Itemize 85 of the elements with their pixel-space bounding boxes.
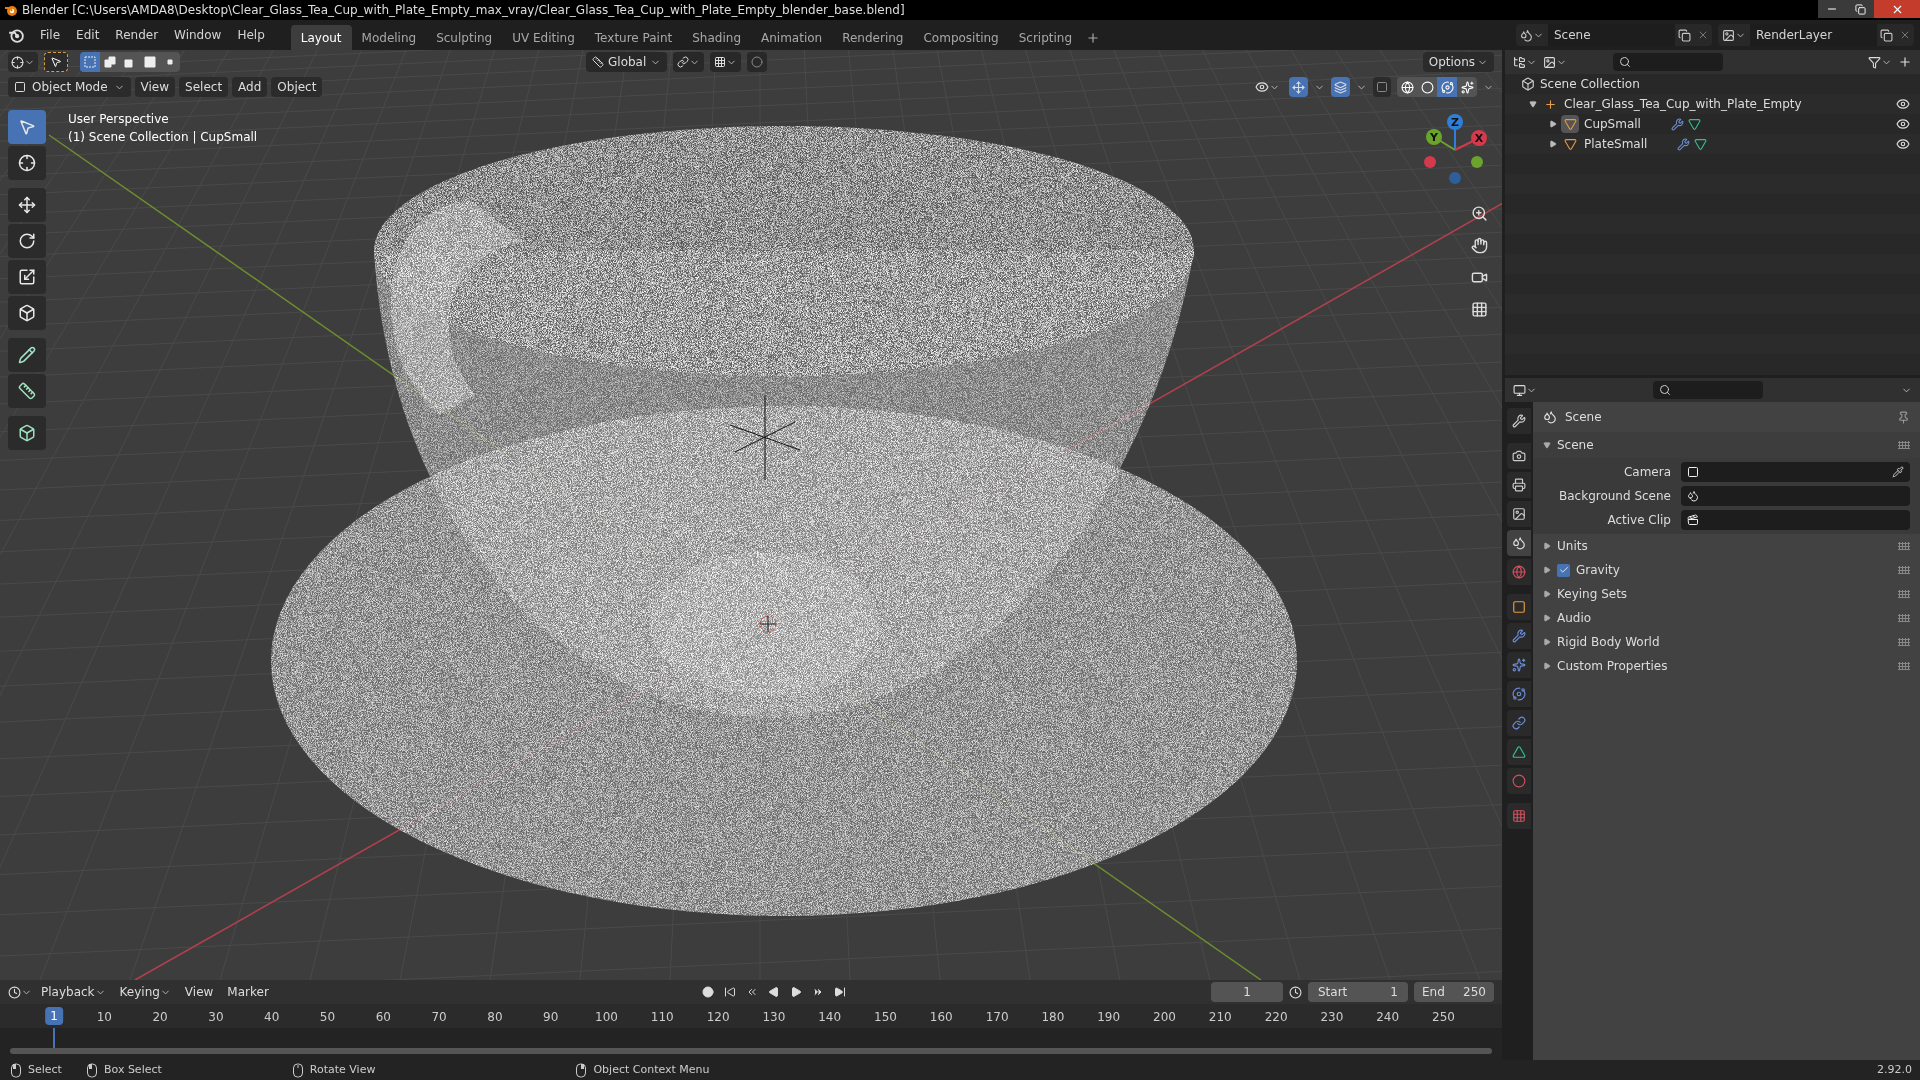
- menu-item[interactable]: Edit: [68, 26, 108, 44]
- status-hint: Box Select: [103, 1061, 162, 1078]
- frame-number: 120: [706, 1009, 730, 1026]
- end-frame-field[interactable]: End 250: [1414, 982, 1494, 1002]
- workspace-tab[interactable]: Animation: [751, 25, 833, 50]
- panel-title[interactable]: Keying Sets: [1557, 585, 1628, 603]
- field-label: Camera: [1622, 464, 1672, 481]
- workspace-tab[interactable]: Rendering: [832, 25, 914, 50]
- frame-number: 90: [543, 1009, 559, 1026]
- timeline-menu[interactable]: Keying: [114, 982, 176, 1002]
- header-menu[interactable]: Add: [232, 77, 268, 97]
- context-title: Scene: [1565, 409, 1602, 426]
- frame-number: 210: [1208, 1009, 1232, 1026]
- frame-number: 140: [818, 1009, 842, 1026]
- panel-title[interactable]: Units: [1557, 537, 1588, 555]
- workspace-tab[interactable]: Texture Paint: [584, 25, 683, 50]
- status-hint: Object Context Menu: [593, 1061, 710, 1078]
- scene-name: Scene: [1548, 24, 1675, 46]
- panel-title[interactable]: Audio: [1557, 609, 1592, 627]
- frame-number: 180: [1041, 1009, 1065, 1026]
- outliner-item[interactable]: Scene Collection: [1540, 75, 1640, 93]
- header-menu[interactable]: Object: [271, 77, 323, 97]
- workspace-tab[interactable]: Layout: [290, 25, 352, 50]
- frame-number: 60: [375, 1009, 391, 1026]
- frame-number: 220: [1264, 1009, 1288, 1026]
- status-hint: Rotate View: [309, 1061, 376, 1078]
- frame-number: 130: [762, 1009, 786, 1026]
- panel-title[interactable]: Custom Properties: [1557, 657, 1668, 675]
- viewport-info-text: (1) Scene Collection | CupSmall: [68, 129, 258, 146]
- current-frame-field[interactable]: 1: [1211, 982, 1283, 1002]
- timeline-menu[interactable]: View: [179, 982, 219, 1002]
- frame-number: 80: [487, 1009, 503, 1026]
- axis-handle[interactable]: Z: [1447, 114, 1463, 151]
- frame-number: 20: [152, 1009, 168, 1026]
- workspace-tab[interactable]: UV Editing: [502, 25, 585, 50]
- frame-number: 100: [595, 1009, 618, 1026]
- panel-title[interactable]: Gravity: [1576, 561, 1620, 579]
- frame-number: 70: [431, 1009, 447, 1026]
- frame-number: 30: [208, 1009, 224, 1026]
- workspace-tab[interactable]: Sculpting: [426, 25, 503, 50]
- status-hint: Select: [28, 1061, 62, 1078]
- outliner-item[interactable]: CupSmall: [1584, 115, 1641, 133]
- menu-item[interactable]: Window: [166, 26, 230, 44]
- workspace-tab[interactable]: Compositing: [913, 25, 1009, 50]
- frame-number: 110: [650, 1009, 674, 1026]
- workspace-tab[interactable]: Modeling: [351, 25, 427, 50]
- outliner-item[interactable]: Clear_Glass_Tea_Cup_with_Plate_Empty: [1564, 95, 1802, 113]
- mode-dropdown[interactable]: Object Mode: [8, 77, 131, 97]
- frame-number: 200: [1153, 1009, 1176, 1026]
- transform-orientation-dropdown[interactable]: Global: [586, 52, 668, 72]
- scene-selector[interactable]: Scene: [1516, 24, 1712, 46]
- field-label: Background Scene: [1558, 488, 1672, 505]
- frame-number: 160: [929, 1009, 953, 1026]
- field-label: Active Clip: [1606, 512, 1672, 529]
- frame-number: 250: [1432, 1009, 1455, 1026]
- frame-number: 50: [319, 1009, 336, 1026]
- outliner-item[interactable]: PlateSmall: [1584, 135, 1648, 153]
- menu-item[interactable]: Render: [107, 26, 167, 44]
- panel-title[interactable]: Scene: [1557, 436, 1594, 454]
- frame-number: 190: [1097, 1009, 1121, 1026]
- panel-title[interactable]: Rigid Body World: [1557, 633, 1660, 651]
- timeline-menu[interactable]: Marker: [222, 982, 274, 1002]
- frame-number: 240: [1376, 1009, 1400, 1026]
- view-layer-selector[interactable]: RenderLayer: [1718, 24, 1914, 46]
- menu-item[interactable]: Help: [229, 26, 273, 44]
- frame-number: 40: [264, 1009, 280, 1026]
- frame-number: 170: [985, 1009, 1009, 1026]
- frame-number: 10: [96, 1009, 112, 1026]
- frame-number: 230: [1320, 1009, 1344, 1026]
- timeline-menu[interactable]: Playback: [36, 982, 111, 1002]
- menu-item[interactable]: File: [32, 26, 69, 44]
- window-title: Blender [C:\Users\AMDA8\Desktop\Clear_Glass_Tea_Cup_with_Plate_Empty_max_vray/Clear_Glass_Tea_Cup_with_Plate_Empty_blender_base.blend]: [22, 2, 905, 19]
- axis-handle[interactable]: Y: [1426, 129, 1456, 151]
- header-menu[interactable]: View: [134, 77, 176, 97]
- playhead-frame[interactable]: 1: [45, 1007, 63, 1025]
- viewport-info-text: User Perspective: [68, 111, 170, 128]
- frame-number: 150: [874, 1009, 897, 1026]
- header-menu[interactable]: Select: [179, 77, 229, 97]
- options-dropdown[interactable]: Options: [1422, 52, 1494, 72]
- version-label: 2.92.0: [1877, 1061, 1912, 1078]
- view-layer-name: RenderLayer: [1750, 24, 1877, 46]
- axis-handle[interactable]: X: [1454, 130, 1487, 151]
- workspace-tab[interactable]: Shading: [682, 25, 751, 50]
- start-frame-field[interactable]: Start 1: [1308, 982, 1408, 1002]
- workspace-tab[interactable]: Scripting: [1008, 25, 1083, 50]
